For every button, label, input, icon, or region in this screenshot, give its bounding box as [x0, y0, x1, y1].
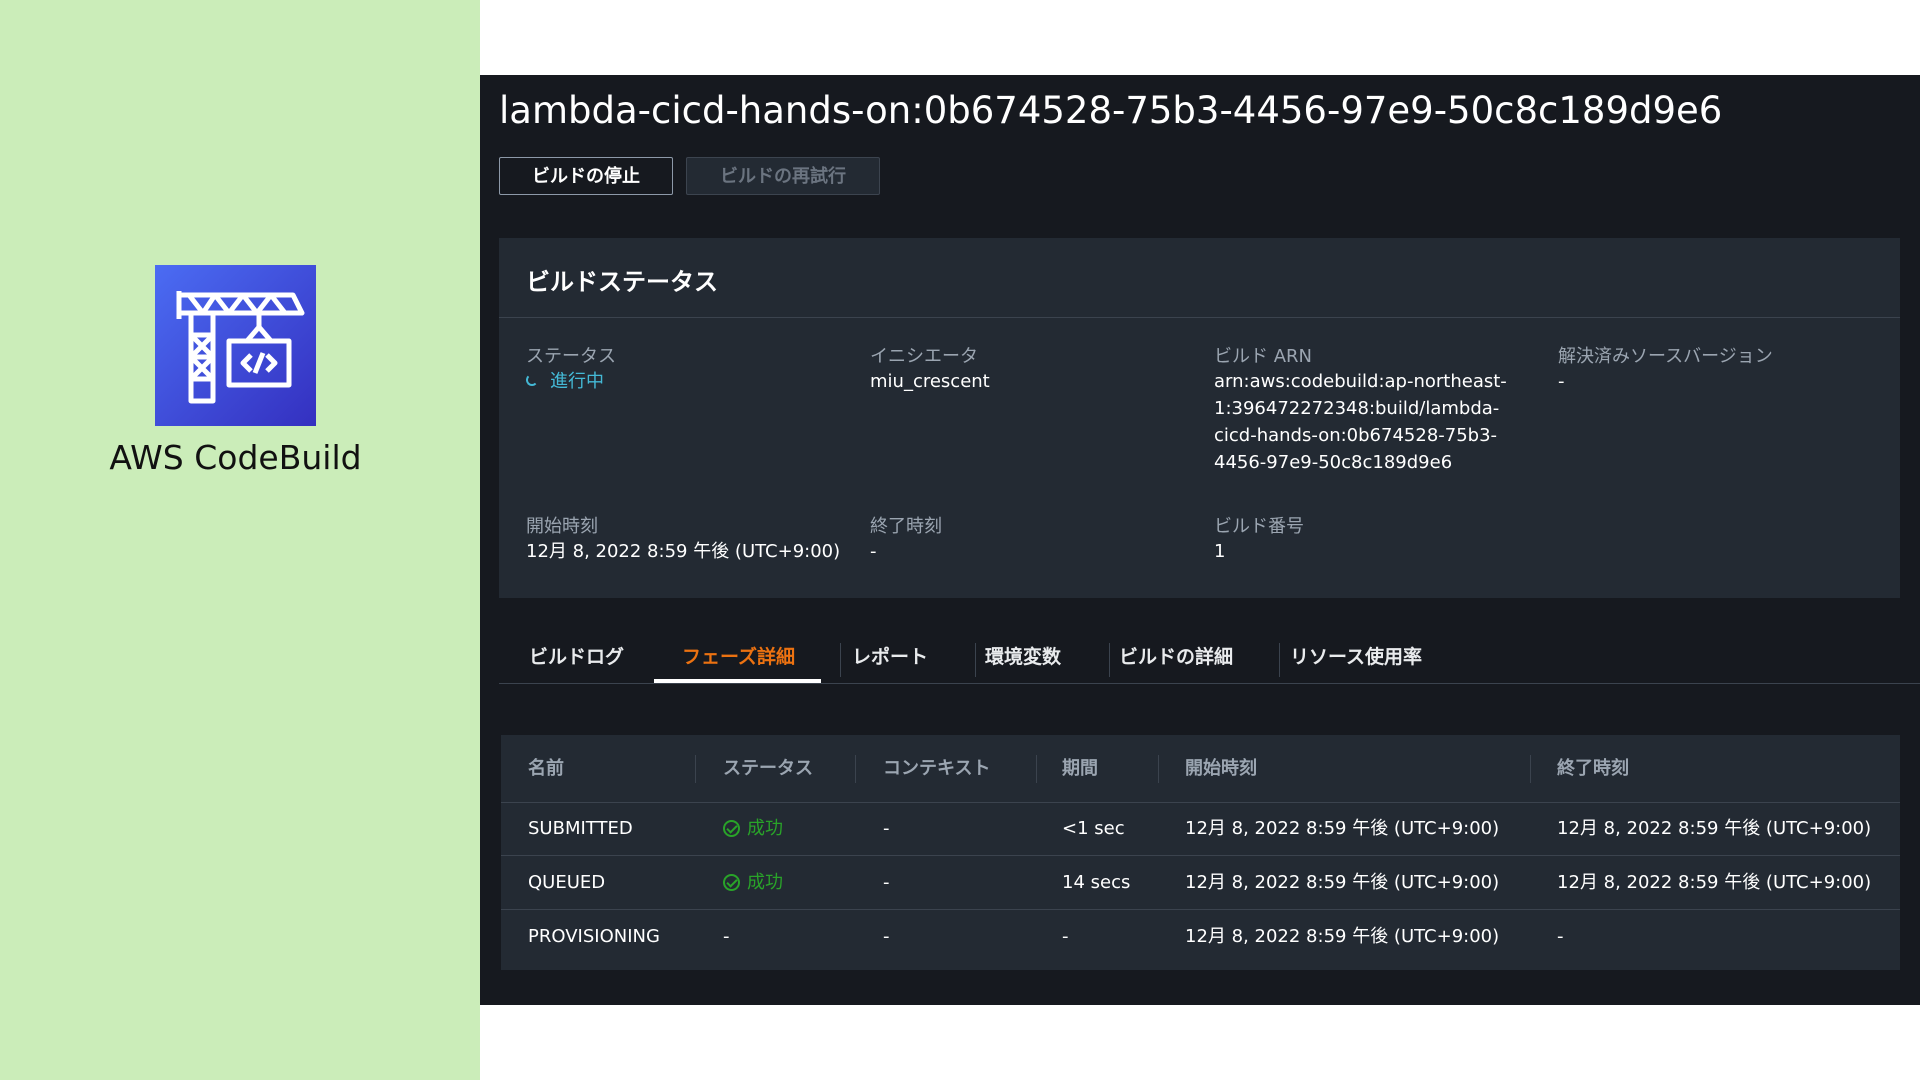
build-console: lambda-cicd-hands-on:0b674528-75b3-4456-…: [480, 75, 1920, 1005]
phase-context: -: [883, 818, 890, 839]
panel-header: ビルドステータス: [499, 238, 1900, 318]
status-value: 進行中: [526, 368, 604, 395]
column-divider: [1530, 755, 1531, 783]
tab-phase-details[interactable]: フェーズ詳細: [682, 635, 795, 683]
build-number-label: ビルド番号: [1214, 516, 1304, 537]
initiator-value: miu_crescent: [870, 371, 990, 392]
tab-divider: [975, 643, 976, 677]
tab-build-details[interactable]: ビルドの詳細: [1119, 635, 1233, 683]
tab-reports[interactable]: レポート: [852, 635, 928, 683]
phase-status: -: [723, 926, 730, 947]
brand-panel: AWS CodeBuild: [0, 0, 480, 1080]
column-header-name[interactable]: 名前: [528, 735, 564, 802]
column-header-context[interactable]: コンテキスト: [883, 735, 990, 802]
phase-name: SUBMITTED: [528, 818, 633, 839]
column-divider: [695, 755, 696, 783]
build-arn-line: cicd-hands-on:0b674528-75b3-: [1214, 425, 1498, 446]
phase-duration: -: [1062, 926, 1069, 947]
tab-divider: [1279, 643, 1280, 677]
column-divider: [1036, 755, 1037, 783]
build-arn-label: ビルド ARN: [1214, 346, 1313, 367]
initiator-label: イニシエータ: [870, 346, 978, 367]
codebuild-logo-icon: [155, 265, 316, 426]
start-time-value: 12月 8, 2022 8:59 午後 (UTC+9:00): [526, 541, 841, 562]
end-time-label: 終了時刻: [870, 516, 942, 537]
phase-name: QUEUED: [528, 872, 606, 893]
phase-start-time: 12月 8, 2022 8:59 午後 (UTC+9:00): [1185, 926, 1500, 947]
phase-status-text: 成功: [747, 818, 783, 839]
build-arn-line: 1:396472272348:build/lambda-: [1214, 398, 1500, 419]
phase-duration: <1 sec: [1062, 818, 1125, 839]
spinner-icon: [526, 374, 538, 386]
build-number-value: 1: [1214, 541, 1226, 562]
tab-env-variables[interactable]: 環境変数: [985, 635, 1061, 683]
table-row: PROVISIONING - - - 12月 8, 2022 8:59 午後 (…: [501, 910, 1900, 964]
column-header-duration[interactable]: 期間: [1062, 735, 1098, 802]
phase-status: 成功: [723, 802, 783, 856]
tab-divider: [840, 643, 841, 677]
end-time-value: -: [870, 541, 877, 562]
tab-divider: [1109, 643, 1110, 677]
resolved-source-value: -: [1558, 371, 1565, 392]
success-check-icon: [723, 820, 740, 837]
column-header-status[interactable]: ステータス: [723, 735, 813, 802]
phase-name: PROVISIONING: [528, 926, 660, 947]
column-divider: [855, 755, 856, 783]
phase-duration: 14 secs: [1062, 872, 1131, 893]
status-label: ステータス: [526, 346, 616, 367]
tab-build-logs[interactable]: ビルドログ: [529, 635, 624, 683]
phase-context: -: [883, 926, 890, 947]
start-time-label: 開始時刻: [526, 516, 598, 537]
phase-start-time: 12月 8, 2022 8:59 午後 (UTC+9:00): [1185, 818, 1500, 839]
build-arn-value: arn:aws:codebuild:ap-northeast- 1:396472…: [1214, 368, 1507, 476]
retry-build-button[interactable]: ビルドの再試行: [686, 157, 880, 195]
phase-end-time: -: [1557, 926, 1564, 947]
column-header-start-time[interactable]: 開始時刻: [1185, 735, 1257, 802]
status-text: 進行中: [550, 371, 604, 392]
phase-end-time: 12月 8, 2022 8:59 午後 (UTC+9:00): [1557, 818, 1872, 839]
phase-details-table: 名前 ステータス コンテキスト 期間 開始時刻 終了時刻 SUBMITTED 成…: [501, 735, 1900, 970]
brand-name: AWS CodeBuild: [109, 438, 362, 477]
column-header-end-time[interactable]: 終了時刻: [1557, 735, 1629, 802]
build-tabs: ビルドログ フェーズ詳細 レポート 環境変数 ビルドの詳細 リソース使用率: [499, 635, 1920, 684]
phase-status: 成功: [723, 856, 783, 910]
active-tab-indicator: [654, 679, 821, 683]
phase-context: -: [883, 872, 890, 893]
success-check-icon: [723, 874, 740, 891]
phase-start-time: 12月 8, 2022 8:59 午後 (UTC+9:00): [1185, 872, 1500, 893]
panel-title: ビルドステータス: [526, 268, 718, 296]
page-title: lambda-cicd-hands-on:0b674528-75b3-4456-…: [499, 89, 1723, 132]
resolved-source-label: 解決済みソースバージョン: [1558, 346, 1773, 367]
phase-end-time: 12月 8, 2022 8:59 午後 (UTC+9:00): [1557, 872, 1872, 893]
table-row: SUBMITTED 成功 - <1 sec 12月 8, 2022 8:59 午…: [501, 802, 1900, 856]
tab-resource-utilization[interactable]: リソース使用率: [1290, 635, 1422, 683]
build-status-panel: ビルドステータス ステータス 進行中 イニシエータ miu_crescent ビ…: [499, 238, 1900, 598]
table-row: QUEUED 成功 - 14 secs 12月 8, 2022 8:59 午後 …: [501, 856, 1900, 910]
table-header: 名前 ステータス コンテキスト 期間 開始時刻 終了時刻: [501, 735, 1900, 803]
column-divider: [1158, 755, 1159, 783]
build-arn-line: arn:aws:codebuild:ap-northeast-: [1214, 371, 1507, 392]
build-arn-line: 4456-97e9-50c8c189d9e6: [1214, 452, 1453, 473]
stop-build-button[interactable]: ビルドの停止: [499, 157, 673, 195]
phase-status-text: 成功: [747, 872, 783, 893]
